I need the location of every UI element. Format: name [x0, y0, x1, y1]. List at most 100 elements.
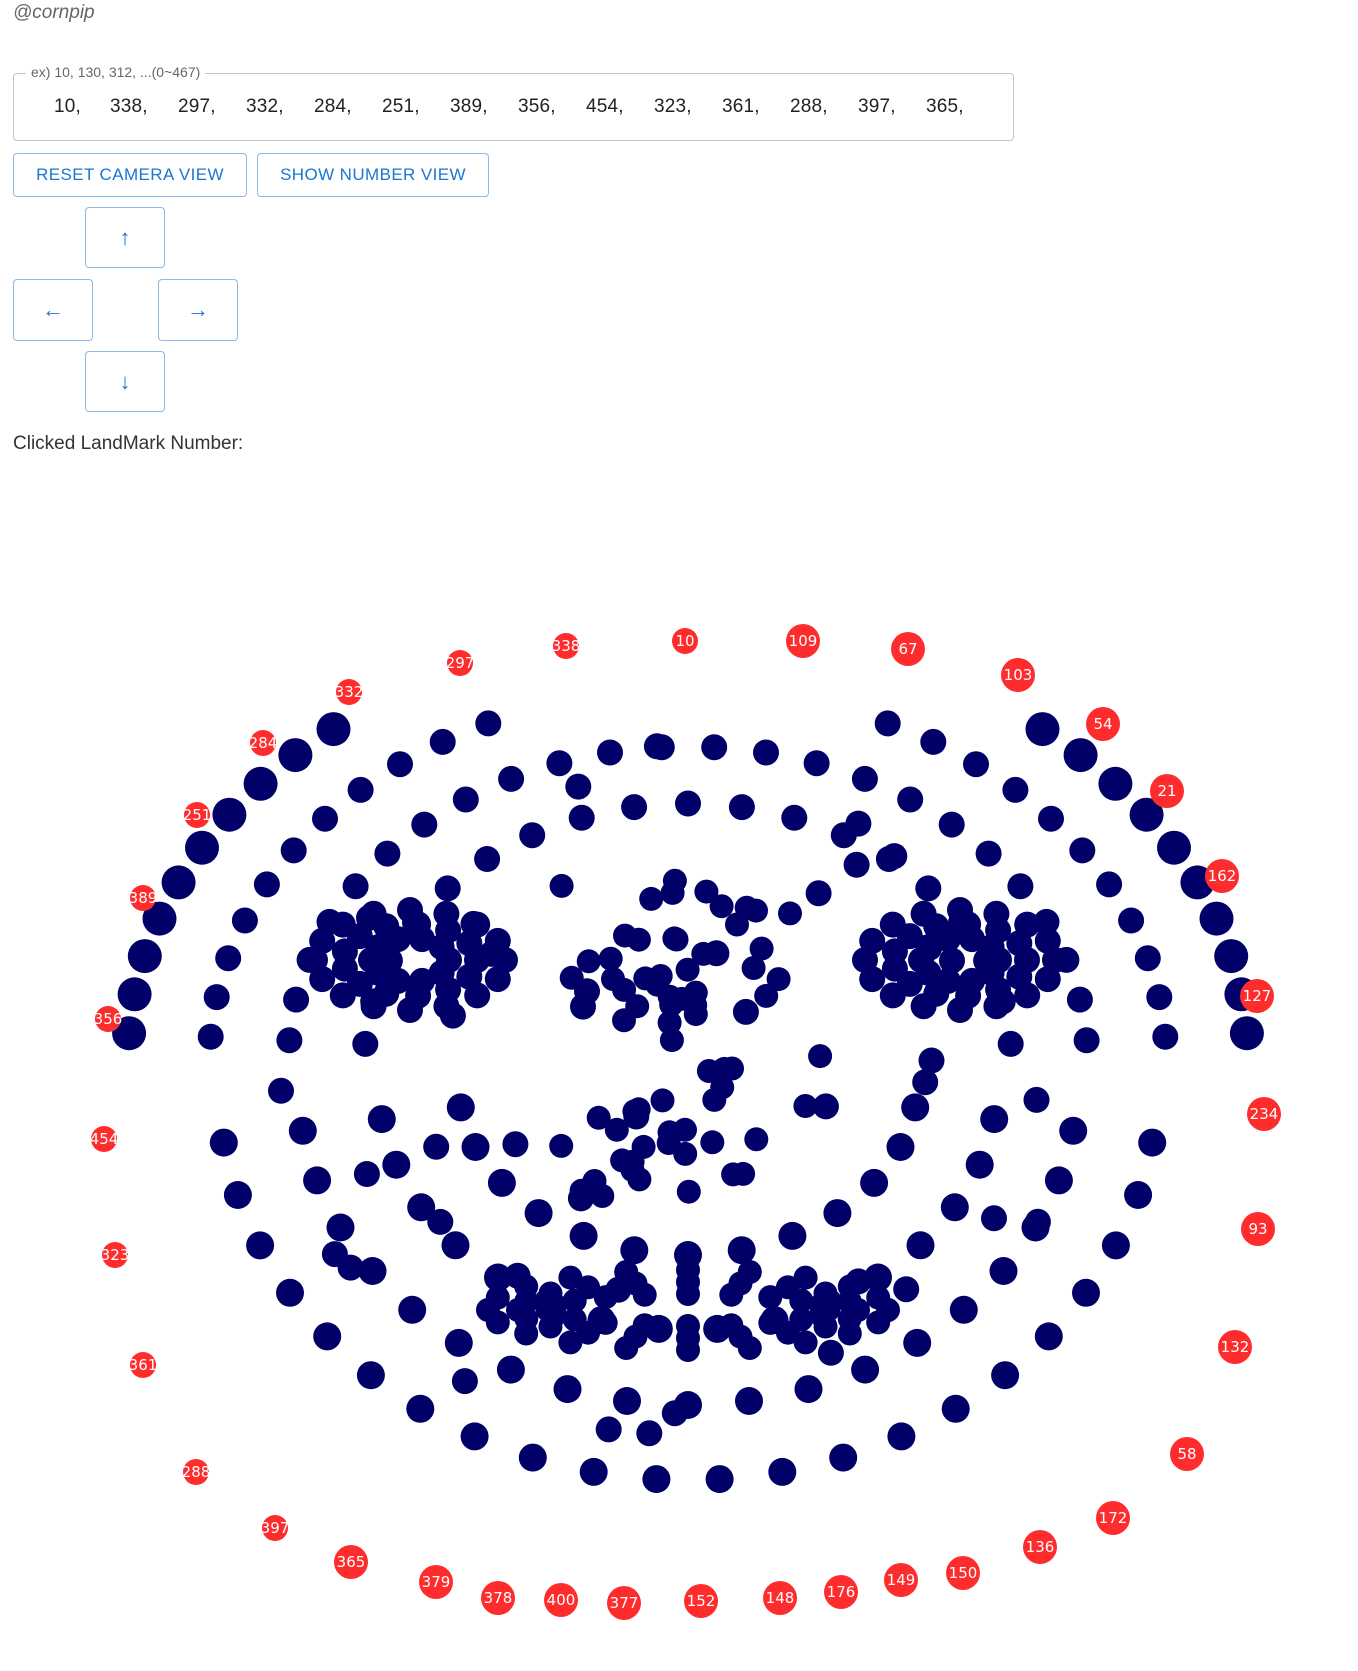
landmark-point[interactable] [553, 1375, 582, 1404]
landmark-point[interactable] [411, 811, 438, 838]
landmark-point[interactable] [464, 982, 491, 1009]
landmark-point[interactable] [674, 1241, 702, 1269]
landmark-point[interactable] [283, 986, 310, 1013]
landmark-point[interactable] [709, 894, 734, 919]
landmark-point[interactable] [374, 840, 401, 867]
landmark-point[interactable] [352, 1030, 379, 1057]
landmark-point[interactable] [879, 982, 906, 1009]
landmark-point[interactable] [1152, 1023, 1179, 1050]
landmark-point[interactable] [1098, 766, 1133, 801]
landmark-point[interactable] [808, 1044, 833, 1069]
landmark-point[interactable] [582, 1169, 607, 1193]
landmark-point[interactable] [721, 1162, 746, 1187]
landmark-point[interactable] [565, 773, 592, 800]
landmark-point[interactable] [846, 1298, 870, 1322]
landmark-point[interactable] [460, 1422, 489, 1451]
landmark-point[interactable] [760, 1306, 789, 1335]
landmark-point[interactable] [533, 1288, 562, 1317]
landmark-point[interactable] [1069, 837, 1096, 864]
landmark-point[interactable] [549, 1133, 574, 1158]
landmark-point[interactable] [358, 1257, 387, 1285]
landmark-point[interactable] [705, 1465, 734, 1494]
landmark-point[interactable] [1199, 901, 1234, 936]
landmark-point[interactable] [915, 875, 942, 902]
landmark-point[interactable] [793, 1265, 818, 1290]
landmark-point[interactable] [387, 751, 413, 778]
landmark-point[interactable] [1002, 776, 1029, 803]
landmark-point[interactable] [464, 911, 491, 938]
landmark-point[interactable] [920, 728, 947, 755]
landmark-point[interactable] [597, 739, 623, 766]
landmark-point[interactable] [579, 1457, 608, 1486]
landmark-point[interactable] [625, 994, 650, 1019]
landmark-point[interactable] [778, 1221, 807, 1250]
landmark-point[interactable] [487, 1168, 516, 1197]
camera-right-button[interactable]: → [158, 279, 238, 341]
landmark-point[interactable] [897, 786, 924, 813]
landmark-point[interactable] [569, 1221, 598, 1250]
landmark-point[interactable] [312, 805, 338, 832]
landmark-point[interactable] [830, 822, 857, 849]
landmark-point[interactable] [859, 966, 886, 993]
landmark-point[interactable] [342, 873, 369, 900]
landmark-point[interactable] [814, 1288, 843, 1317]
landmark-point[interactable] [1023, 1086, 1050, 1113]
landmark-point[interactable] [793, 1094, 818, 1118]
landmark-point[interactable] [484, 1263, 512, 1292]
landmark-point[interactable] [549, 873, 574, 898]
show-number-view-button[interactable]: SHOW NUMBER VIEW [257, 153, 489, 197]
landmark-point[interactable] [864, 1263, 892, 1292]
landmark-point[interactable] [347, 776, 374, 803]
landmark-point[interactable] [941, 1394, 970, 1423]
landmark-point[interactable] [886, 1133, 915, 1161]
landmark-point[interactable] [558, 1265, 583, 1290]
landmark-point[interactable] [778, 901, 802, 926]
landmark-point[interactable] [185, 830, 219, 865]
landmark-point[interactable] [906, 1231, 935, 1260]
landmark-point[interactable] [903, 1328, 932, 1357]
landmark-point[interactable] [621, 794, 648, 821]
landmark-point[interactable] [1101, 1231, 1130, 1260]
landmark-point[interactable] [659, 1028, 684, 1053]
landmark-point[interactable] [1007, 873, 1034, 900]
landmark-point[interactable] [636, 1420, 663, 1447]
landmark-point[interactable] [402, 909, 428, 936]
landmark-point[interactable] [683, 980, 708, 1005]
landmark-point[interactable] [1157, 830, 1191, 865]
landmark-point[interactable] [382, 1150, 411, 1179]
landmark-point[interactable] [813, 1314, 838, 1339]
landmark-point[interactable] [948, 909, 974, 936]
landmark-point[interactable] [1063, 738, 1098, 773]
landmark-point[interactable] [518, 1443, 547, 1472]
landmark-point[interactable] [452, 786, 479, 813]
landmark-point[interactable] [837, 1321, 862, 1346]
landmark-point[interactable] [620, 1236, 649, 1265]
landmark-point[interactable] [1073, 1027, 1100, 1054]
landmark-point[interactable] [1096, 871, 1123, 898]
landmark-point[interactable] [610, 1148, 635, 1173]
landmark-point[interactable] [805, 880, 832, 907]
landmark-point[interactable] [1021, 1213, 1050, 1242]
landmark-point[interactable] [329, 982, 356, 1009]
landmark-point[interactable] [446, 1093, 475, 1122]
landmark-point[interactable] [662, 926, 687, 951]
landmark-point[interactable] [622, 1099, 647, 1124]
landmark-point[interactable] [474, 846, 501, 872]
landmark-point[interactable] [910, 993, 937, 1020]
landmark-point[interactable] [728, 794, 755, 821]
landmark-point[interactable] [280, 837, 307, 864]
landmark-point[interactable] [278, 738, 313, 773]
landmark-point[interactable] [423, 1133, 450, 1160]
landmark-point[interactable] [1214, 939, 1249, 974]
landmark-point[interactable] [1146, 984, 1173, 1011]
landmark-point[interactable] [1072, 1278, 1100, 1307]
landmark-point[interactable] [559, 965, 584, 990]
reset-camera-view-button[interactable]: RESET CAMERA VIEW [13, 153, 247, 197]
landmark-point[interactable] [464, 947, 490, 973]
landmark-point[interactable] [451, 1368, 478, 1395]
landmark-point[interactable] [253, 871, 280, 898]
landmark-point[interactable] [485, 1310, 510, 1335]
landmark-point[interactable] [660, 880, 685, 905]
camera-down-button[interactable]: ↓ [85, 351, 165, 412]
landmark-point[interactable] [215, 945, 242, 972]
